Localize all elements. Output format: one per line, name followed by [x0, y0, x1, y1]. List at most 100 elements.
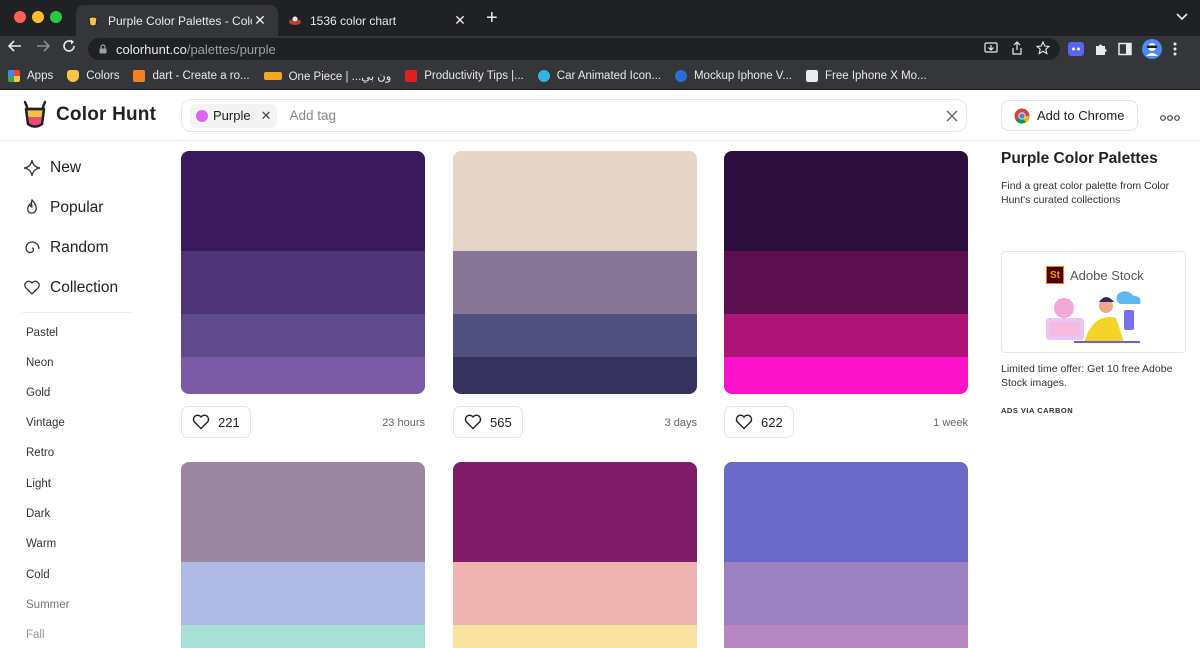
close-tab-icon[interactable]: ✕ [452, 12, 468, 29]
bookmark-productivity[interactable]: Productivity Tips |... [405, 69, 524, 82]
minimize-window-button[interactable] [32, 11, 44, 23]
palette-card-1[interactable] [181, 151, 425, 394]
swatch[interactable] [453, 562, 697, 625]
swatch[interactable] [181, 251, 425, 314]
ad-text[interactable]: Limited time offer: Get 10 free Adobe St… [1001, 362, 1191, 390]
bookmark-mockup[interactable]: Mockup Iphone V... [674, 69, 792, 82]
tag-link-fall[interactable]: Fall [26, 629, 45, 641]
tag-link-neon[interactable]: Neon [26, 357, 54, 369]
flame-icon [22, 198, 42, 218]
forward-arrow-icon[interactable] [36, 39, 51, 59]
tag-chip-label: Purple [213, 108, 251, 123]
tag-link-light[interactable]: Light [26, 478, 51, 490]
tag-link-summer[interactable]: Summer [26, 599, 69, 611]
header-divider [0, 140, 1200, 141]
like-button[interactable]: 221 [181, 406, 251, 438]
palette-card-6[interactable] [724, 462, 968, 648]
swatch[interactable] [181, 625, 425, 648]
palette-card-3[interactable] [724, 151, 968, 394]
logo[interactable]: Color Hunt [22, 100, 156, 130]
swatch[interactable] [181, 151, 425, 251]
palette-age: 1 week [933, 417, 968, 429]
bookmark-label: Free Iphone X Mo... [825, 69, 927, 82]
palette-age: 23 hours [382, 417, 425, 429]
remove-tag-icon[interactable]: ✕ [261, 108, 272, 124]
palette-card-2[interactable] [453, 151, 697, 394]
tag-link-warm[interactable]: Warm [26, 538, 56, 550]
bookmark-label: Apps [27, 69, 54, 82]
url-path: /palettes/purple [186, 41, 276, 57]
swatch[interactable] [724, 357, 968, 394]
swatch[interactable] [453, 357, 697, 394]
extensions-puzzle-icon[interactable] [1094, 42, 1108, 61]
bookmark-free-iphone[interactable]: Free Iphone X Mo... [806, 69, 927, 82]
side-panel-icon[interactable] [1118, 42, 1132, 61]
tag-chip-purple[interactable]: Purple ✕ [190, 103, 278, 128]
add-tag-input[interactable] [289, 108, 890, 123]
back-arrow-icon[interactable] [7, 39, 22, 59]
add-to-chrome-button[interactable]: Add to Chrome [1001, 100, 1138, 131]
bookmark-colors[interactable]: Colors [67, 69, 119, 82]
ad-brand-label: Adobe Stock [1070, 267, 1144, 283]
nav-label: Random [50, 239, 109, 256]
close-window-button[interactable] [14, 11, 26, 23]
color-chart-favicon-icon [288, 14, 302, 28]
clear-search-icon[interactable] [946, 106, 958, 126]
install-app-icon[interactable] [984, 41, 998, 58]
tag-link-cold[interactable]: Cold [26, 569, 50, 581]
rail-title: Purple Color Palettes [1001, 150, 1158, 167]
browser-tab-colorhunt[interactable]: Purple Color Palettes - Color H ✕ [76, 5, 278, 36]
nav-new[interactable]: New [22, 158, 81, 178]
browser-menu-icon[interactable] [1172, 41, 1178, 62]
like-button[interactable]: 565 [453, 406, 523, 438]
swatch[interactable] [181, 562, 425, 625]
swatch[interactable] [453, 151, 697, 251]
like-button[interactable]: 622 [724, 406, 794, 438]
tag-search-bar[interactable]: Purple ✕ [181, 99, 967, 132]
swatch[interactable] [453, 251, 697, 314]
reload-icon[interactable] [62, 39, 76, 59]
tag-link-gold[interactable]: Gold [26, 387, 50, 399]
tag-link-pastel[interactable]: Pastel [26, 327, 58, 339]
nav-label: New [50, 159, 82, 176]
maximize-window-button[interactable] [50, 11, 62, 23]
close-tab-icon[interactable]: ✕ [252, 12, 268, 29]
bookmark-dart[interactable]: dart - Create a ro... [133, 69, 250, 82]
palette-card-4[interactable] [181, 462, 425, 648]
more-menu-icon[interactable] [1160, 109, 1180, 124]
bookmark-one-piece[interactable]: One Piece | ...ون بي [263, 69, 391, 83]
bookmark-star-icon[interactable] [1035, 40, 1051, 58]
tag-link-retro[interactable]: Retro [26, 447, 54, 459]
swatch[interactable] [724, 251, 968, 314]
swatch[interactable] [724, 314, 968, 357]
browser-tab-color-chart[interactable]: 1536 color chart ✕ [278, 5, 478, 36]
swatch[interactable] [453, 314, 697, 357]
swatch[interactable] [453, 462, 697, 562]
colorhunt-logo-icon [23, 100, 47, 128]
swatch[interactable] [724, 625, 968, 648]
swatch[interactable] [181, 314, 425, 357]
swatch[interactable] [724, 462, 968, 562]
tag-link-dark[interactable]: Dark [26, 508, 50, 520]
profile-avatar[interactable] [1142, 39, 1162, 64]
address-bar[interactable]: colorhunt.co/palettes/purple [88, 38, 1060, 60]
nav-collection[interactable]: Collection [22, 278, 118, 298]
bookmark-car-icon[interactable]: Car Animated Icon... [537, 69, 661, 82]
nav-popular[interactable]: Popular [22, 198, 103, 218]
tab-search-chevron-icon[interactable] [1176, 10, 1188, 24]
ads-via-carbon[interactable]: ADS VIA CARBON [1001, 406, 1073, 415]
bookmark-apps[interactable]: Apps [8, 69, 54, 82]
discord-extension-icon[interactable] [1068, 42, 1084, 61]
ad-banner[interactable]: St Adobe Stock [1001, 251, 1186, 353]
swatch[interactable] [181, 357, 425, 394]
tag-link-vintage[interactable]: Vintage [26, 417, 65, 429]
nav-random[interactable]: Random [22, 238, 109, 258]
heart-icon [192, 414, 210, 430]
swatch[interactable] [181, 462, 425, 562]
swatch[interactable] [724, 562, 968, 625]
palette-card-5[interactable] [453, 462, 697, 648]
new-tab-icon[interactable]: + [486, 8, 498, 28]
swatch[interactable] [724, 151, 968, 251]
swatch[interactable] [453, 625, 697, 648]
share-icon[interactable] [1010, 41, 1024, 58]
